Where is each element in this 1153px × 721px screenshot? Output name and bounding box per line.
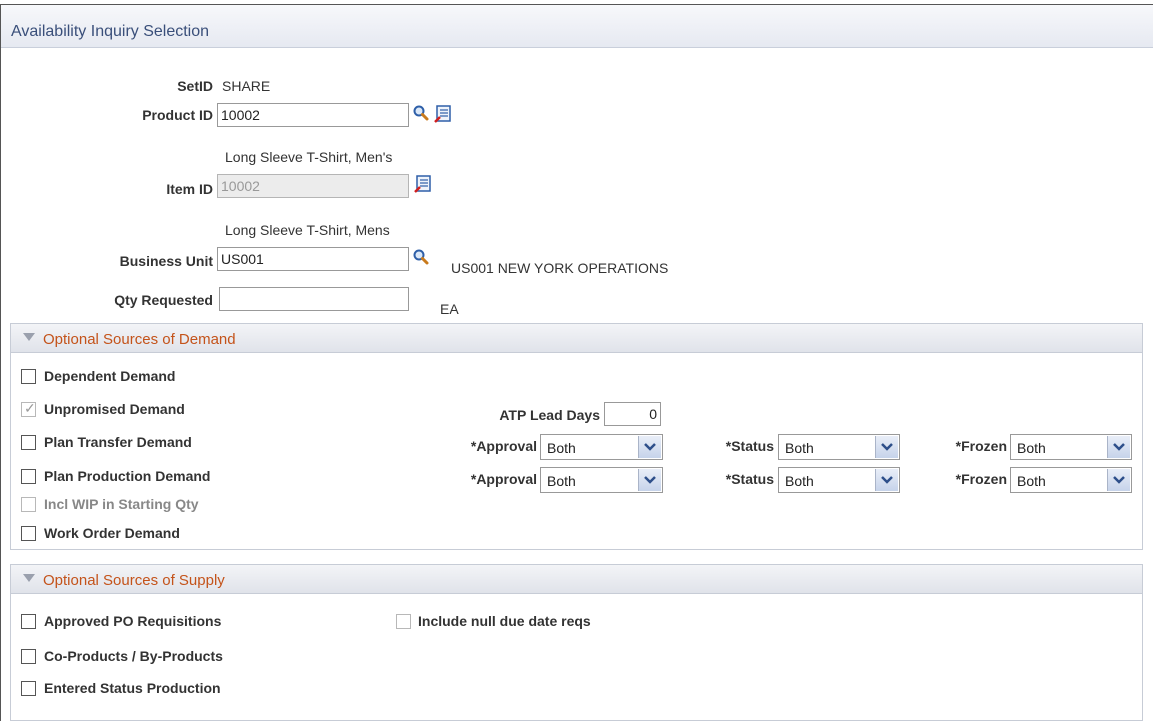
transfer-status-select[interactable]: Both bbox=[778, 434, 900, 460]
related-info-icon[interactable] bbox=[414, 175, 432, 193]
page-title: Availability Inquiry Selection bbox=[11, 23, 210, 40]
transfer-approval-select[interactable]: Both bbox=[540, 434, 663, 460]
setid-label: SetID bbox=[177, 78, 213, 94]
dependent-demand-label: Dependent Demand bbox=[44, 368, 176, 384]
product-description: Long Sleeve T-Shirt, Men's bbox=[225, 149, 393, 165]
qty-requested-input[interactable] bbox=[219, 287, 409, 311]
business-unit-label: Business Unit bbox=[119, 253, 213, 269]
select-value: Both bbox=[1017, 440, 1046, 456]
title-bar: Availability Inquiry Selection bbox=[1, 5, 1153, 48]
dropdown-arrow-icon[interactable] bbox=[1107, 469, 1130, 491]
item-id-input bbox=[217, 174, 409, 198]
select-value: Both bbox=[785, 473, 814, 489]
dropdown-arrow-icon[interactable] bbox=[875, 469, 898, 491]
supply-section-header[interactable]: Optional Sources of Supply bbox=[10, 564, 1143, 594]
demand-section-header[interactable]: Optional Sources of Demand bbox=[10, 323, 1143, 353]
uom-label: EA bbox=[440, 301, 459, 317]
left-border bbox=[0, 4, 1, 721]
incl-wip-label: Incl WIP in Starting Qty bbox=[44, 496, 199, 512]
business-unit-input[interactable] bbox=[217, 247, 409, 271]
atp-lead-days-input[interactable] bbox=[604, 402, 661, 426]
work-order-demand-label: Work Order Demand bbox=[44, 525, 180, 541]
include-null-due-label: Include null due date reqs bbox=[418, 613, 591, 629]
product-id-label: Product ID bbox=[142, 107, 213, 123]
production-status-select[interactable]: Both bbox=[778, 467, 900, 493]
select-value: Both bbox=[785, 440, 814, 456]
collapse-arrow-icon[interactable] bbox=[23, 574, 35, 582]
qty-requested-label: Qty Requested bbox=[114, 292, 213, 308]
plan-transfer-demand-label: Plan Transfer Demand bbox=[44, 434, 192, 450]
work-order-demand-checkbox[interactable] bbox=[21, 526, 36, 541]
dropdown-arrow-icon[interactable] bbox=[1107, 436, 1130, 458]
select-value: Both bbox=[547, 440, 576, 456]
approved-po-reqs-checkbox[interactable] bbox=[21, 614, 36, 629]
incl-wip-checkbox bbox=[21, 497, 36, 512]
include-null-due-checkbox bbox=[396, 614, 411, 629]
transfer-frozen-select[interactable]: Both bbox=[1010, 434, 1132, 460]
page-frame: Availability Inquiry Selection SetID SHA… bbox=[0, 0, 1153, 721]
dependent-demand-checkbox[interactable] bbox=[21, 369, 36, 384]
status-label: *Status bbox=[725, 471, 774, 487]
item-description: Long Sleeve T-Shirt, Mens bbox=[225, 222, 390, 238]
lookup-icon[interactable] bbox=[412, 104, 430, 122]
entered-status-production-checkbox[interactable] bbox=[21, 681, 36, 696]
unpromised-demand-label: Unpromised Demand bbox=[44, 401, 185, 417]
co-products-label: Co-Products / By-Products bbox=[44, 648, 223, 664]
dropdown-arrow-icon[interactable] bbox=[638, 436, 661, 458]
approval-label: *Approval bbox=[470, 471, 537, 487]
atp-lead-days-label: ATP Lead Days bbox=[499, 407, 600, 423]
select-value: Both bbox=[1017, 473, 1046, 489]
select-value: Both bbox=[547, 473, 576, 489]
demand-section-title: Optional Sources of Demand bbox=[43, 331, 236, 348]
plan-production-demand-checkbox[interactable] bbox=[21, 469, 36, 484]
lookup-icon[interactable] bbox=[412, 248, 430, 266]
item-id-label: Item ID bbox=[166, 181, 213, 197]
status-label: *Status bbox=[725, 438, 774, 454]
plan-production-demand-label: Plan Production Demand bbox=[44, 468, 211, 484]
approval-label: *Approval bbox=[470, 438, 537, 454]
entered-status-production-label: Entered Status Production bbox=[44, 680, 221, 696]
setid-value: SHARE bbox=[222, 78, 271, 94]
production-frozen-select[interactable]: Both bbox=[1010, 467, 1132, 493]
product-id-input[interactable] bbox=[217, 103, 409, 127]
collapse-arrow-icon[interactable] bbox=[23, 333, 35, 341]
supply-section-title: Optional Sources of Supply bbox=[43, 572, 225, 589]
approved-po-reqs-label: Approved PO Requisitions bbox=[44, 613, 222, 629]
frozen-label: *Frozen bbox=[955, 471, 1007, 487]
related-info-icon[interactable] bbox=[434, 105, 452, 123]
co-products-checkbox[interactable] bbox=[21, 649, 36, 664]
unpromised-demand-checkbox: ✓ bbox=[21, 400, 36, 417]
dropdown-arrow-icon[interactable] bbox=[875, 436, 898, 458]
plan-transfer-demand-checkbox[interactable] bbox=[21, 435, 36, 450]
business-unit-description: US001 NEW YORK OPERATIONS bbox=[451, 260, 669, 276]
check-icon: ✓ bbox=[24, 400, 36, 416]
frozen-label: *Frozen bbox=[955, 438, 1007, 454]
dropdown-arrow-icon[interactable] bbox=[638, 469, 661, 491]
production-approval-select[interactable]: Both bbox=[540, 467, 663, 493]
